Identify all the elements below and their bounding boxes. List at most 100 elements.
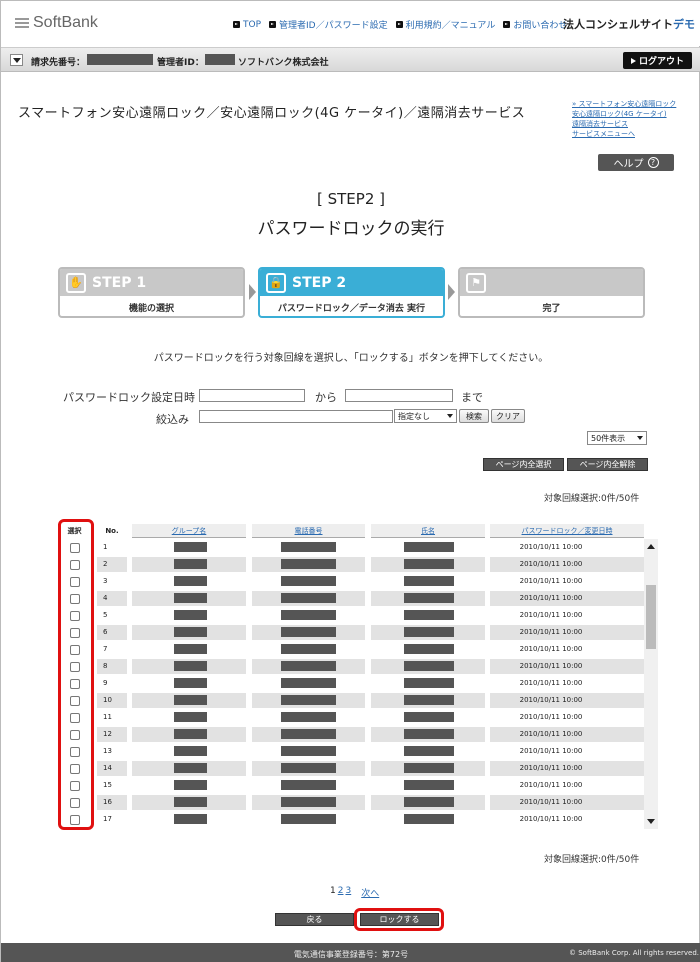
search-button[interactable]: 検索: [459, 409, 489, 423]
service-menu-links: » スマートフォン安心遠隔ロック 安心遠隔ロック(4G ケータイ) 遠隔消去サー…: [572, 99, 676, 139]
selected-count-top: 対象回線選択:0件/50件: [544, 494, 640, 504]
service-link-4g[interactable]: 安心遠隔ロック(4G ケータイ): [572, 109, 676, 119]
demo-tag: デモ: [673, 18, 695, 31]
narrow-label: 絞込み: [156, 413, 189, 426]
group-name-masked: [174, 763, 207, 773]
per-page-select[interactable]: 50件表示: [587, 431, 647, 445]
name-masked: [404, 746, 454, 756]
page-2-link[interactable]: 2: [338, 886, 344, 899]
narrow-input[interactable]: [199, 410, 393, 423]
nav-label: 利用規約／マニュアル: [405, 21, 496, 31]
group-name-masked: [174, 746, 207, 756]
page-3-link[interactable]: 3: [345, 886, 351, 899]
scroll-down-icon[interactable]: [647, 819, 655, 824]
step-label: 完了: [542, 303, 561, 314]
row-number: 7: [103, 645, 108, 653]
name-masked: [404, 763, 454, 773]
phone-masked: [281, 678, 336, 688]
group-name-masked: [174, 797, 207, 807]
help-label: ヘルプ: [613, 159, 644, 170]
nav-contact[interactable]: お問い合わせ: [503, 18, 567, 31]
nav-terms-manual[interactable]: 利用規約／マニュアル: [395, 18, 496, 31]
group-name-masked: [174, 644, 207, 654]
step-arrow-icon: [448, 284, 455, 300]
row-lock-date: 2010/10/11 10:00: [519, 713, 583, 721]
page-1: 1: [330, 886, 336, 896]
row-lock-date: 2010/10/11 10:00: [519, 628, 583, 636]
instruction-text: パスワードロックを行う対象回線を選択し、「ロックする」ボタンを押下してください。: [153, 353, 549, 364]
table-row: 11 2010/10/11 10:00: [58, 709, 644, 726]
table-row: 5 2010/10/11 10:00: [58, 607, 644, 624]
name-masked: [404, 797, 454, 807]
scroll-thumb[interactable]: [646, 585, 656, 649]
group-name-masked: [174, 712, 207, 722]
phone-masked: [281, 780, 336, 790]
narrow-select[interactable]: 指定なし: [394, 409, 457, 423]
table-row: 17 2010/10/11 10:00: [58, 811, 644, 828]
table-row: 12 2010/10/11 10:00: [58, 726, 644, 743]
service-link-smartphone[interactable]: » スマートフォン安心遠隔ロック: [572, 99, 676, 109]
table-scrollbar[interactable]: [644, 539, 658, 829]
softbank-logo[interactable]: SoftBank: [15, 14, 98, 32]
arrow-bullet-icon: [269, 21, 277, 28]
nav-top[interactable]: TOP: [233, 18, 261, 31]
question-icon: ?: [647, 157, 659, 168]
phone-masked: [281, 814, 336, 824]
table-row: 10 2010/10/11 10:00: [58, 692, 644, 709]
row-number: 13: [103, 747, 112, 755]
header-name[interactable]: 氏名: [371, 524, 485, 538]
table-row: 16 2010/10/11 10:00: [58, 794, 644, 811]
header: SoftBank TOP 管理者ID／パスワード設定 利用規約／マニュアル お問…: [1, 1, 700, 46]
row-number: 8: [103, 662, 108, 670]
service-link-erase[interactable]: 遠隔消去サービス: [572, 119, 676, 129]
date-from-input[interactable]: [199, 389, 305, 402]
checkbox-column-highlight: [58, 519, 94, 830]
group-name-masked: [174, 780, 207, 790]
back-button[interactable]: 戻る: [275, 913, 354, 926]
header-no: No.: [105, 527, 119, 535]
row-lock-date: 2010/10/11 10:00: [519, 543, 583, 551]
next-page-link[interactable]: 次へ: [361, 886, 379, 899]
phone-masked: [281, 797, 336, 807]
account-toggle-icon[interactable]: [10, 54, 23, 66]
logout-button[interactable]: ログアウト: [623, 52, 692, 69]
phone-masked: [281, 627, 336, 637]
name-masked: [404, 814, 454, 824]
admin-id-masked: [205, 54, 235, 65]
deselect-all-page-button[interactable]: ページ内全解除: [567, 458, 648, 471]
header-lock-date[interactable]: パスワードロック／変更日時: [490, 524, 644, 538]
name-masked: [404, 729, 454, 739]
header-group-name[interactable]: グループ名: [132, 524, 246, 538]
pagination: 1 2 3 次へ: [330, 886, 379, 899]
line-table: 1 2010/10/11 10:00 2 2010/10/11 10:00 3 2010/…: [58, 539, 644, 829]
scroll-up-icon[interactable]: [647, 544, 655, 549]
help-button[interactable]: ヘルプ?: [598, 154, 674, 171]
step-num: STEP 1: [92, 274, 147, 291]
from-label: から: [315, 391, 337, 404]
row-lock-date: 2010/10/11 10:00: [519, 815, 583, 823]
step-indicator-3: ⚑ 完了: [458, 267, 645, 318]
nav-label: TOP: [243, 19, 262, 30]
row-lock-date: 2010/10/11 10:00: [519, 594, 583, 602]
row-lock-date: 2010/10/11 10:00: [519, 747, 583, 755]
select-all-page-button[interactable]: ページ内全選択: [483, 458, 564, 471]
table-row: 6 2010/10/11 10:00: [58, 624, 644, 641]
row-number: 12: [103, 730, 112, 738]
arrow-bullet-icon: [395, 21, 403, 28]
row-lock-date: 2010/10/11 10:00: [519, 781, 583, 789]
phone-masked: [281, 661, 336, 671]
name-masked: [404, 576, 454, 586]
clear-button[interactable]: クリア: [491, 409, 525, 423]
phone-masked: [281, 542, 336, 552]
arrow-bullet-icon: [503, 21, 511, 28]
header-phone[interactable]: 電話番号: [252, 524, 365, 538]
name-masked: [404, 593, 454, 603]
nav-admin-settings[interactable]: 管理者ID／パスワード設定: [269, 18, 388, 31]
row-number: 17: [103, 815, 112, 823]
nav-label: お問い合わせ: [513, 21, 568, 31]
row-number: 1: [103, 543, 108, 551]
service-menu-link[interactable]: サービスメニューへ: [572, 129, 676, 139]
date-to-input[interactable]: [345, 389, 453, 402]
table-row: 2 2010/10/11 10:00: [58, 556, 644, 573]
row-lock-date: 2010/10/11 10:00: [519, 798, 583, 806]
